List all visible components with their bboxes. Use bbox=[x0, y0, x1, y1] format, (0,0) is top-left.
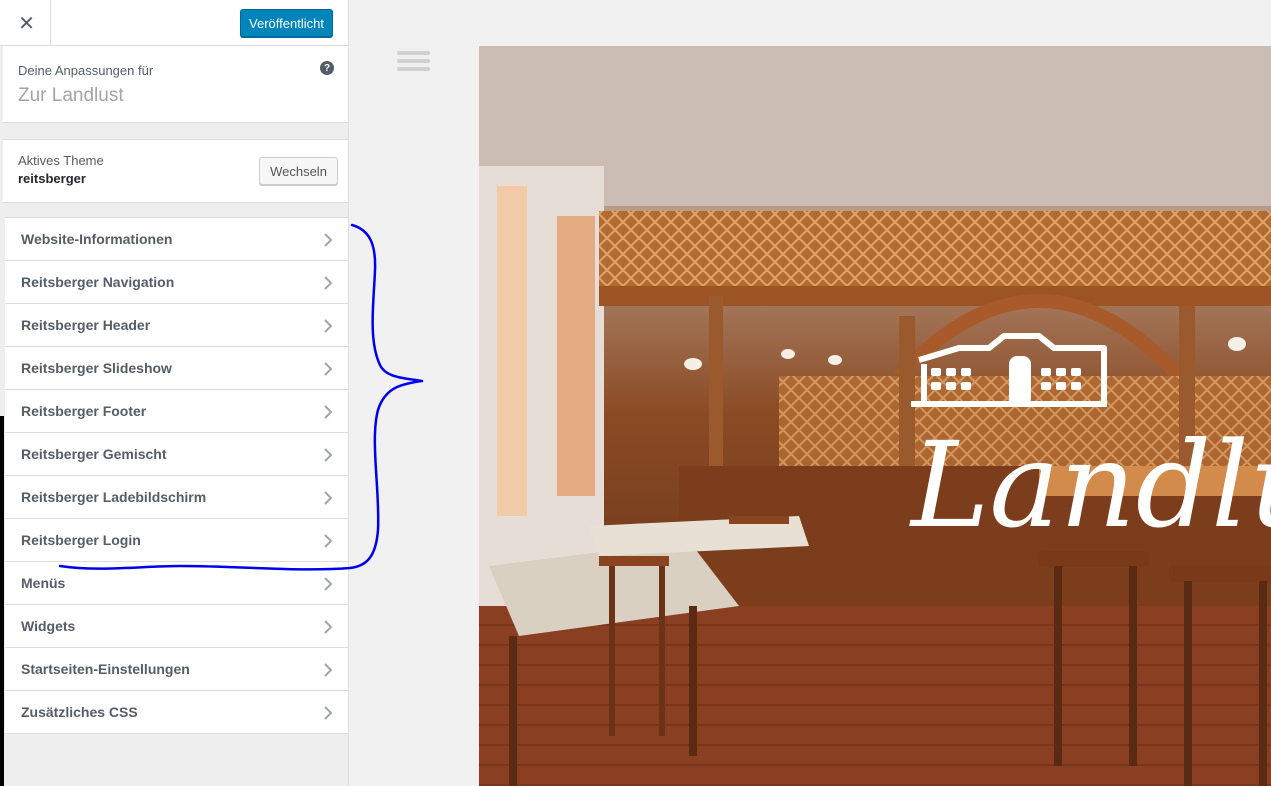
left-edge-strip bbox=[0, 416, 4, 786]
annotation-brace bbox=[58, 223, 424, 571]
